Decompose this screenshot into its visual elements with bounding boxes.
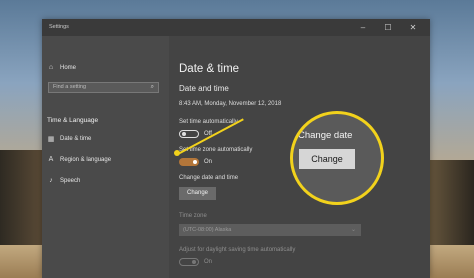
sidebar-home-label: Home — [60, 64, 77, 71]
time-zone-value: (UTC-08:00) Alaska — [183, 227, 232, 233]
title-bar: Settings – ☐ ✕ — [42, 19, 430, 36]
section-title: Date and time — [179, 84, 229, 93]
window-title: Settings — [49, 24, 69, 30]
dst-toggle[interactable] — [179, 258, 199, 266]
search-icon: ⌕ — [150, 84, 154, 90]
callout-title: Change date — [298, 130, 353, 141]
time-zone-label: Time zone — [179, 213, 207, 219]
set-time-auto-toggle[interactable] — [179, 130, 199, 138]
dst-label: Adjust for daylight saving time automati… — [179, 247, 296, 253]
current-datetime: 8:43 AM, Monday, November 12, 2018 — [179, 101, 282, 107]
language-icon: A — [48, 156, 54, 163]
search-input[interactable]: Find a setting ⌕ — [48, 82, 159, 93]
set-tz-auto-toggle[interactable] — [179, 158, 199, 166]
sidebar-item-label: Speech — [60, 177, 81, 184]
zoom-callout: Change date Change — [290, 111, 384, 205]
sidebar-item-label: Date & time — [60, 136, 92, 142]
sidebar-item-region-language[interactable]: A Region & language — [47, 156, 111, 163]
sidebar-item-speech[interactable]: ♪ Speech — [47, 177, 80, 184]
date-time-icon: ▦ — [47, 136, 55, 143]
page-title: Date & time — [179, 63, 240, 75]
set-time-auto-label: Set time automatically — [179, 119, 238, 125]
change-button[interactable]: Change — [179, 187, 216, 200]
sidebar: ⌂ Home Find a setting ⌕ Time & Language … — [42, 36, 169, 278]
maximize-button[interactable]: ☐ — [377, 19, 399, 36]
minimize-button[interactable]: – — [352, 19, 374, 36]
close-button[interactable]: ✕ — [402, 19, 424, 36]
change-datetime-label: Change date and time — [179, 175, 239, 181]
time-zone-select[interactable]: (UTC-08:00) Alaska ⌄ — [179, 224, 361, 236]
search-placeholder: Find a setting — [53, 84, 87, 90]
dst-state: On — [204, 259, 213, 265]
sidebar-item-date-time[interactable]: ▦ Date & time — [47, 135, 92, 143]
sidebar-section-heading: Time & Language — [47, 117, 99, 124]
set-tz-auto-state: On — [204, 159, 213, 165]
callout-dot — [174, 150, 180, 156]
home-icon: ⌂ — [48, 64, 54, 71]
microphone-icon: ♪ — [49, 177, 53, 184]
chevron-down-icon: ⌄ — [350, 227, 356, 233]
sidebar-item-home[interactable]: ⌂ Home — [47, 64, 76, 71]
sidebar-item-label: Region & language — [60, 156, 112, 163]
callout-change-button: Change — [299, 149, 355, 169]
